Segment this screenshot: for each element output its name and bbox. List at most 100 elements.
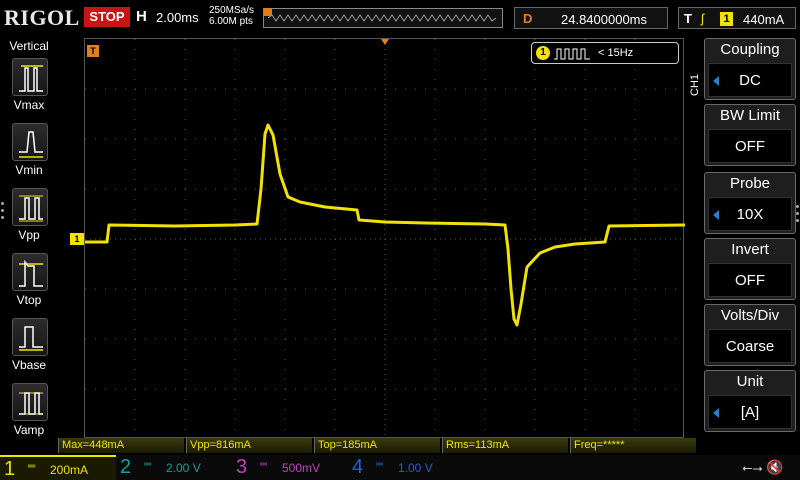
measure-vtop-button[interactable]: Vtop xyxy=(0,253,58,315)
ch3-scale: 500mV xyxy=(282,461,321,475)
ch4-number: 4 xyxy=(352,456,364,478)
trigger-level: 440mA xyxy=(743,12,785,27)
bw-limit-label: BW Limit xyxy=(720,107,780,124)
trigger-position-icon xyxy=(381,39,389,45)
delay-box[interactable]: D 24.8400000ms xyxy=(514,7,668,29)
run-stop-status[interactable]: STOP xyxy=(84,7,130,27)
trigger-box[interactable]: T ʃ 1 440mA xyxy=(678,7,796,29)
ch2-scale: 2.00 V xyxy=(166,461,201,475)
rigol-logo: RIGOL xyxy=(4,5,80,30)
memory-depth: 6.00M pts xyxy=(209,16,253,27)
ch2-tab[interactable]: 2 ═ 2.00 V xyxy=(116,455,232,480)
ch3-tab[interactable]: 3 ═ 500mV xyxy=(232,455,348,480)
trigger-label: T xyxy=(684,11,692,26)
memory-position-bar[interactable] xyxy=(263,8,503,28)
vmax-label: Vmax xyxy=(13,98,45,112)
measure-vmin-button[interactable]: Vmin xyxy=(0,123,58,185)
measure-menu: Vertical Vmax Vmin Vpp Vtop Vbase Vamp xyxy=(0,36,58,456)
acquisition-info: 250MSa/s 6.00M pts xyxy=(209,5,254,27)
sample-rate: 250MSa/s xyxy=(209,5,255,16)
vbase-label: Vbase xyxy=(11,358,47,372)
delay-label: D xyxy=(523,11,533,26)
measure-menu-title: Vertical xyxy=(9,39,49,53)
trigger-marker-icon: T xyxy=(87,45,99,57)
trigger-marker-label: T xyxy=(90,46,96,56)
ch1-scale: 200mA xyxy=(50,463,89,477)
volts-div-value: Coarse xyxy=(725,338,775,355)
vmin-icon xyxy=(12,123,48,161)
trigger-source: 1 xyxy=(720,12,733,26)
measure-vbase-button[interactable]: Vbase xyxy=(0,318,58,380)
measurement-top[interactable]: Top=185mA xyxy=(314,438,440,453)
top-status-bar: RIGOL STOP H 2.00ms 250MSa/s 6.00M pts D… xyxy=(0,0,800,36)
vbase-icon xyxy=(12,318,48,356)
channel-menu: Coupling DC BW Limit OFF Probe 10X Inver… xyxy=(704,38,796,436)
unit-label: Unit xyxy=(736,373,764,390)
ch1-offset-label: 1 xyxy=(74,234,80,244)
measure-vmax-button[interactable]: Vmax xyxy=(0,58,58,120)
invert-label: Invert xyxy=(731,241,769,258)
probe-value-box: 10X xyxy=(708,197,792,231)
invert-value: OFF xyxy=(735,272,765,289)
ch1-number: 1 xyxy=(4,458,16,480)
bw-limit-menu-item[interactable]: BW Limit OFF xyxy=(704,104,796,166)
measure-vamp-button[interactable]: Vamp xyxy=(0,383,58,445)
rising-edge-icon: ʃ xyxy=(701,11,704,26)
measurement-freq[interactable]: Freq=***** xyxy=(570,438,696,453)
memory-waveform-icon xyxy=(267,14,497,22)
measurement-max[interactable]: Max=448mA xyxy=(58,438,184,453)
unit-value-box: [A] xyxy=(708,395,792,429)
waveform-display[interactable]: T 1 < 15Hz 1 xyxy=(70,38,685,439)
ch4-tab[interactable]: 4 ═ 1.00 V xyxy=(348,455,464,480)
coupling-value: DC xyxy=(739,72,761,89)
ch3-number: 3 xyxy=(236,456,248,478)
probe-menu-item[interactable]: Probe 10X xyxy=(704,172,796,234)
vpp-icon xyxy=(12,188,48,226)
dc-coupling-icon: ═ xyxy=(144,459,152,470)
menu-page-indicator-icon xyxy=(1,202,5,223)
volts-div-value-box: Coarse xyxy=(708,329,792,363)
dc-coupling-icon: ═ xyxy=(260,459,268,470)
ch1-tab[interactable]: 1 ═ 200mA xyxy=(0,455,116,480)
vtop-label: Vtop xyxy=(16,293,42,307)
ch1-offset-marker-icon[interactable]: 1 xyxy=(70,233,84,245)
dc-coupling-icon: ═ xyxy=(376,459,384,470)
channel-menu-tag: CH1 xyxy=(689,73,701,96)
vamp-label: Vamp xyxy=(13,423,45,437)
coupling-label: Coupling xyxy=(720,41,780,58)
vmax-icon xyxy=(12,58,48,96)
frequency-counter: 1 < 15Hz xyxy=(531,42,679,64)
graticule-grid xyxy=(85,39,685,439)
unit-menu-item[interactable]: Unit [A] xyxy=(704,370,796,432)
probe-value: 10X xyxy=(736,206,764,223)
channel-status-bar: 1 ═ 200mA 2 ═ 2.00 V 3 ═ 500mV 4 ═ 1.00 … xyxy=(0,455,800,480)
pulse-train-icon xyxy=(554,48,590,60)
volts-div-label: Volts/Div xyxy=(720,307,780,324)
vtop-icon xyxy=(12,253,48,291)
ch4-scale: 1.00 V xyxy=(398,461,433,475)
ch2-number: 2 xyxy=(120,456,132,478)
measurement-rms[interactable]: Rms=113mA xyxy=(442,438,568,453)
invert-value-box: OFF xyxy=(708,263,792,297)
volts-div-menu-item[interactable]: Volts/Div Coarse xyxy=(704,304,796,366)
graticule xyxy=(85,39,685,439)
coupling-menu-item[interactable]: Coupling DC xyxy=(704,38,796,100)
invert-menu-item[interactable]: Invert OFF xyxy=(704,238,796,300)
right-menu-page-indicator-icon xyxy=(796,205,799,226)
bw-limit-value: OFF xyxy=(735,138,765,155)
unit-value: [A] xyxy=(740,404,760,421)
speaker-mute-icon[interactable]: 🔇 xyxy=(766,459,783,476)
usb-icon: ⭠⭢ xyxy=(742,460,763,475)
measure-vpp-button[interactable]: Vpp xyxy=(0,188,58,250)
measurement-bar: Max=448mA Vpp=816mA Top=185mA Rms=113mA … xyxy=(58,438,700,454)
vmin-label: Vmin xyxy=(15,163,43,177)
counter-frequency: < 15Hz xyxy=(598,47,634,59)
timebase-value[interactable]: 2.00ms xyxy=(156,10,199,25)
coupling-value-box: DC xyxy=(708,63,792,97)
dc-coupling-icon: ═ xyxy=(28,461,36,472)
measurement-vpp[interactable]: Vpp=816mA xyxy=(186,438,312,453)
counter-channel-badge: 1 xyxy=(536,46,550,60)
delay-value: 24.8400000ms xyxy=(561,12,648,27)
vamp-icon xyxy=(12,383,48,421)
bw-limit-value-box: OFF xyxy=(708,129,792,163)
